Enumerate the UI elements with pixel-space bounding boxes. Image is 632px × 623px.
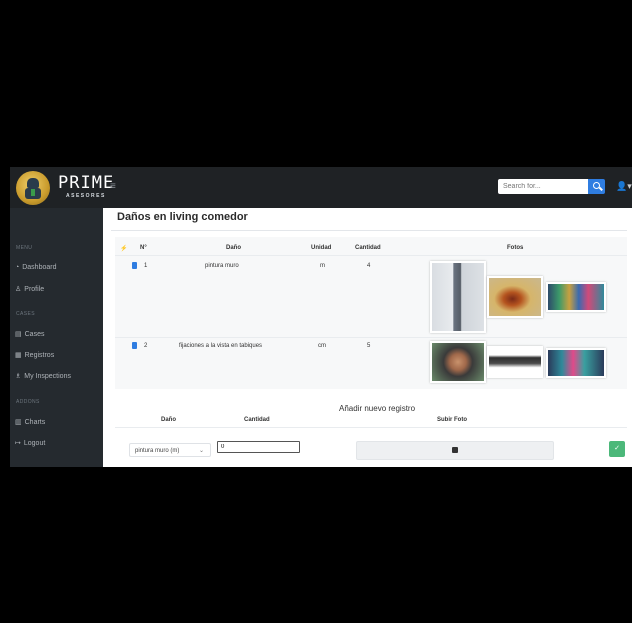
photo-thumbnail[interactable] [546, 348, 606, 378]
row-divider [115, 337, 627, 338]
row-unidad: cm [318, 343, 326, 349]
delete-icon[interactable] [132, 262, 137, 269]
user-icon[interactable]: 👤▾ [616, 181, 632, 192]
cases-icon: ▤ [15, 331, 22, 338]
sidebar-heading-menu: MENU [16, 245, 33, 251]
photo-thumbnail[interactable] [487, 346, 543, 378]
photo-thumbnail[interactable] [546, 282, 606, 312]
inspections-icon: ♗ [15, 373, 22, 380]
registros-icon: ▦ [15, 352, 22, 359]
col-header-unidad: Unidad [311, 245, 332, 251]
title-divider [111, 230, 627, 231]
logo-badge-icon[interactable] [16, 171, 50, 205]
col-header-fotos: Fotos [507, 245, 524, 251]
brand-subtitle: ASESORES [66, 193, 106, 199]
row-unidad: m [320, 263, 325, 269]
row-num: 1 [144, 263, 148, 269]
form-title: Añadir nuevo registro [339, 404, 416, 413]
main-content: Daños en living comedor ⚡ N° Daño Unidad… [103, 208, 632, 467]
sidebar-item-registros[interactable]: ▦ Registros [15, 351, 54, 359]
chevron-down-icon: ⌄ [198, 448, 204, 454]
chart-icon: ▥ [15, 419, 22, 426]
sidebar-item-logout[interactable]: ↦ Logout [15, 439, 45, 447]
row-cantidad: 5 [367, 343, 371, 349]
photo-thumbnail[interactable] [430, 341, 486, 383]
dashboard-icon: ◔ [15, 264, 20, 271]
col-header-action: ⚡ [120, 246, 128, 252]
upload-photo-button[interactable] [356, 441, 554, 460]
logout-icon: ↦ [15, 440, 21, 447]
sidebar-item-charts[interactable]: ▥ Charts [15, 418, 45, 426]
image-icon [452, 447, 458, 453]
top-navbar: PRIME ASESORES ≡ 👤▾ [10, 167, 632, 208]
sidebar-heading-cases: CASES [16, 311, 35, 317]
sidebar-item-inspections[interactable]: ♗ My Inspections [15, 372, 71, 380]
brand-name[interactable]: PRIME [58, 173, 114, 193]
cantidad-input[interactable] [217, 441, 300, 453]
search-button[interactable] [588, 179, 605, 194]
delete-icon[interactable] [132, 342, 137, 349]
sidebar-item-profile[interactable]: ♙ Profile [15, 285, 44, 293]
page-title: Daños en living comedor [117, 211, 248, 223]
sidebar-item-cases[interactable]: ▤ Cases [15, 330, 44, 338]
col-header-num: N° [140, 245, 147, 251]
search-input[interactable] [498, 179, 588, 194]
photo-thumbnail[interactable] [487, 276, 543, 318]
row-dano: pintura muro [205, 263, 239, 269]
sidebar-heading-addons: ADDONS [16, 399, 40, 405]
sidebar-item-dashboard[interactable]: ◔ Dashboard [15, 264, 56, 271]
menu-icon[interactable]: ≡ [110, 181, 116, 192]
row-num: 2 [144, 343, 148, 349]
save-button[interactable]: ✓ [609, 441, 625, 457]
sidebar: MENU ◔ Dashboard ♙ Profile CASES ▤ Cases ▦ R… [10, 208, 103, 467]
row-dano: fijaciones a la vista en tabiques [179, 343, 263, 349]
header-divider [115, 255, 627, 256]
photo-thumbnail[interactable] [430, 261, 486, 333]
check-icon: ✓ [614, 445, 620, 452]
app-window: PRIME ASESORES ≡ 👤▾ MENU ◔Dashboard ♙Pro… [10, 167, 632, 467]
form-header-cantidad: Cantidad [244, 417, 270, 423]
col-header-cantidad: Cantidad [355, 245, 381, 251]
form-divider [115, 427, 627, 428]
dano-select[interactable]: pintura muro (m) ⌄ [129, 443, 211, 457]
col-header-dano: Daño [226, 245, 241, 251]
form-header-foto: Subir Foto [437, 417, 467, 423]
form-header-dano: Daño [161, 417, 176, 423]
row-cantidad: 4 [367, 263, 371, 269]
profile-icon: ♙ [15, 286, 22, 293]
